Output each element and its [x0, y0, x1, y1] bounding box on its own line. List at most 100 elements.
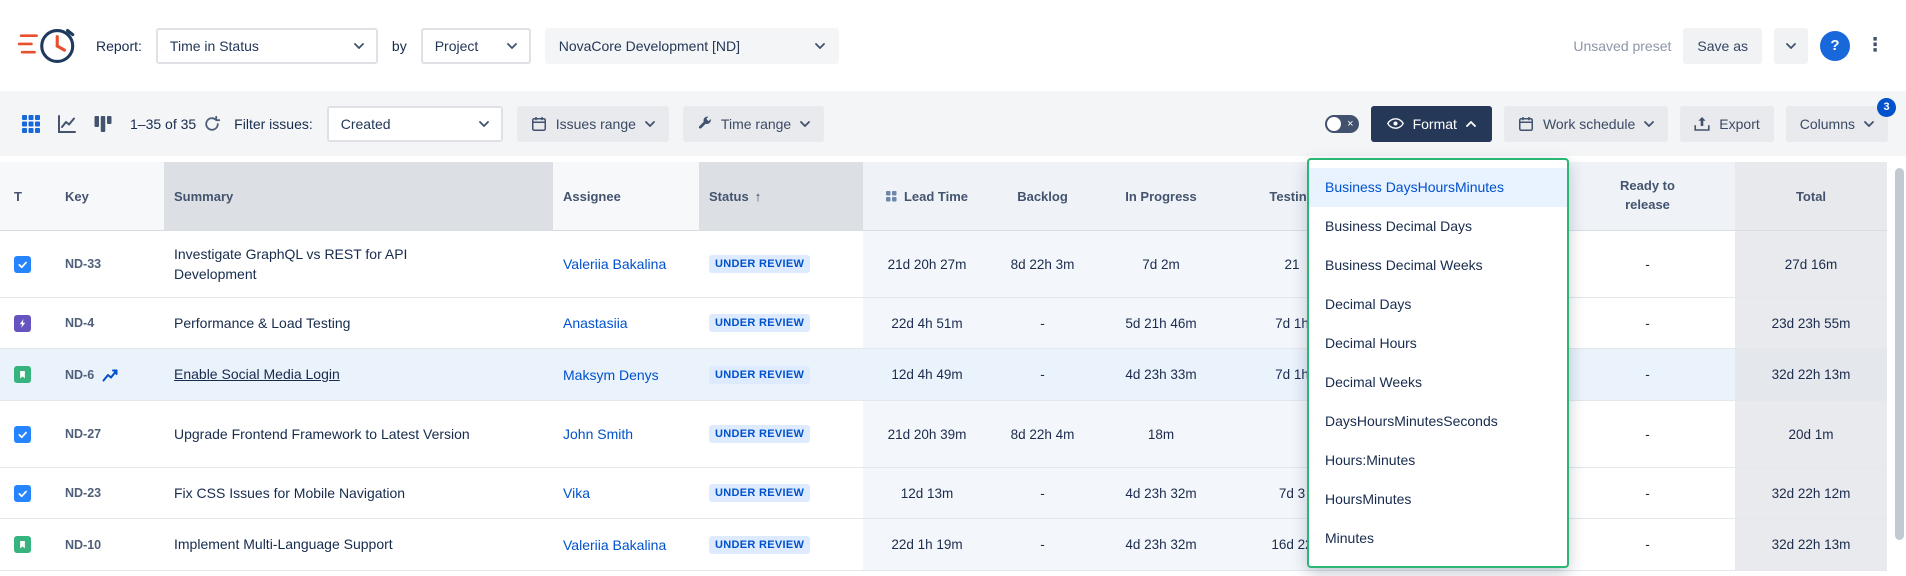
table-row: ND-27 Upgrade Frontend Framework to Late…: [0, 401, 1887, 468]
format-option[interactable]: Business DaysHoursMinutes: [1309, 168, 1567, 207]
total-value: 32d 22h 12m: [1735, 468, 1887, 518]
calendar-icon: [1518, 116, 1534, 132]
export-button[interactable]: Export: [1680, 106, 1773, 142]
columns-button[interactable]: Columns 3: [1786, 106, 1888, 142]
header-summary[interactable]: Summary: [164, 162, 553, 230]
scrollbar-thumb[interactable]: [1895, 168, 1904, 540]
task-type-icon: [14, 256, 31, 273]
created-filter-value: Created: [341, 116, 391, 132]
header-ready-to-release[interactable]: Ready to release: [1560, 162, 1735, 230]
save-options-button[interactable]: [1774, 28, 1808, 64]
in-progress-value: 4d 23h 32m: [1094, 519, 1228, 570]
format-option[interactable]: HoursMinutes: [1309, 480, 1567, 519]
status-badge: UNDER REVIEW: [709, 484, 810, 502]
format-dropdown-menu: Business DaysHoursMinutes Business Decim…: [1307, 158, 1569, 568]
assignee-link[interactable]: John Smith: [563, 426, 633, 442]
chevron-down-icon: [645, 121, 655, 127]
created-filter-select[interactable]: Created: [327, 106, 503, 142]
refresh-icon[interactable]: [204, 116, 220, 132]
in-progress-value: 4d 23h 32m: [1094, 468, 1228, 518]
table-row: ND-4 Performance & Load Testing Anastasi…: [0, 298, 1887, 349]
format-option[interactable]: Decimal Weeks: [1309, 363, 1567, 402]
time-range-button[interactable]: Time range: [683, 106, 824, 142]
chevron-down-icon: [479, 121, 489, 127]
save-as-button[interactable]: Save as: [1683, 28, 1762, 64]
header-type[interactable]: T: [0, 162, 55, 230]
assignee-link[interactable]: Anastasiia: [563, 315, 628, 331]
header-backlog[interactable]: Backlog: [991, 162, 1094, 230]
chevron-down-icon: [507, 43, 517, 49]
preset-controls: Unsaved preset Save as ? ⋮: [1573, 28, 1888, 64]
table-row: ND-6 Enable Social Media Login Maksym De…: [0, 349, 1887, 401]
report-type-value: Time in Status: [170, 38, 259, 54]
assignee-link[interactable]: Valeriia Bakalina: [563, 537, 666, 553]
board-view-icon[interactable]: [90, 111, 116, 137]
format-option[interactable]: Minutes: [1309, 519, 1567, 558]
header-key[interactable]: Key: [55, 162, 164, 230]
results-count: 1–35 of 35: [130, 116, 196, 132]
filter-issues-label: Filter issues:: [234, 116, 313, 132]
issue-key[interactable]: ND-23: [65, 486, 101, 500]
lead-time-value: 22d 4h 51m: [863, 298, 991, 348]
kebab-menu-icon: ⋮: [1866, 34, 1885, 57]
issue-key[interactable]: ND-4: [65, 316, 94, 330]
table-view-icon[interactable]: [18, 111, 44, 137]
eye-icon: [1387, 118, 1404, 129]
issue-key[interactable]: ND-27: [65, 427, 101, 441]
issue-key[interactable]: ND-6: [65, 368, 94, 382]
report-type-select[interactable]: Time in Status: [156, 28, 378, 64]
in-progress-value: 4d 23h 33m: [1094, 349, 1228, 400]
assignee-link[interactable]: Valeriia Bakalina: [563, 256, 666, 272]
chart-view-icon[interactable]: [54, 111, 80, 137]
time-range-label: Time range: [721, 116, 791, 132]
chevron-down-icon: [1864, 121, 1874, 127]
group-by-select[interactable]: Project: [421, 28, 531, 64]
assignee-link[interactable]: Vika: [563, 485, 590, 501]
header-status[interactable]: Status ↑: [699, 162, 863, 230]
task-type-icon: [14, 426, 31, 443]
format-option[interactable]: Business Decimal Days: [1309, 207, 1567, 246]
total-value: 32d 22h 13m: [1735, 349, 1887, 400]
header-assignee[interactable]: Assignee: [553, 162, 699, 230]
lead-time-value: 12d 13m: [863, 468, 991, 518]
issue-key[interactable]: ND-33: [65, 257, 101, 271]
backlog-value: -: [991, 519, 1094, 570]
display-toggle[interactable]: ×: [1325, 115, 1359, 133]
backlog-value: 8d 22h 3m: [991, 231, 1094, 297]
story-type-icon: [14, 536, 31, 553]
ready-to-release-value: -: [1560, 468, 1735, 518]
assignee-link[interactable]: Maksym Denys: [563, 367, 659, 383]
header-in-progress[interactable]: In Progress: [1094, 162, 1228, 230]
format-option[interactable]: Decimal Hours: [1309, 324, 1567, 363]
issue-key[interactable]: ND-10: [65, 538, 101, 552]
project-select[interactable]: NovaCore Development [ND]: [545, 28, 839, 64]
issues-range-button[interactable]: Issues range: [517, 106, 669, 142]
work-schedule-button[interactable]: Work schedule: [1504, 106, 1668, 142]
in-progress-value: 5d 21h 46m: [1094, 298, 1228, 348]
issue-chart-icon[interactable]: [102, 368, 120, 382]
toggle-knob-icon: [1327, 117, 1341, 131]
status-badge: UNDER REVIEW: [709, 314, 810, 332]
filter-toolbar: 1–35 of 35 Filter issues: Created Issues…: [0, 91, 1906, 156]
format-button[interactable]: Format: [1371, 106, 1492, 142]
top-bar: Report: Time in Status by Project NovaCo…: [0, 0, 1906, 91]
sort-ascending-icon: ↑: [755, 189, 762, 204]
header-ready-to-release-label: Ready to release: [1616, 177, 1680, 215]
status-badge: UNDER REVIEW: [709, 536, 810, 554]
save-as-label: Save as: [1697, 38, 1748, 54]
format-option[interactable]: Hours:Minutes: [1309, 441, 1567, 480]
format-option[interactable]: Decimal Days: [1309, 285, 1567, 324]
format-option[interactable]: DaysHoursMinutesSeconds: [1309, 402, 1567, 441]
vertical-scrollbar: [1895, 160, 1904, 574]
header-total[interactable]: Total: [1735, 162, 1887, 230]
help-button[interactable]: ?: [1820, 31, 1850, 61]
format-option[interactable]: Business Decimal Weeks: [1309, 246, 1567, 285]
export-label: Export: [1719, 116, 1759, 132]
issue-summary-link[interactable]: Enable Social Media Login: [174, 364, 340, 384]
more-menu-button[interactable]: ⋮: [1862, 29, 1888, 63]
toggle-off-icon: ×: [1347, 116, 1353, 132]
ready-to-release-value: -: [1560, 298, 1735, 348]
issue-summary: Implement Multi-Language Support: [174, 534, 393, 554]
columns-count-badge: 3: [1877, 98, 1896, 117]
header-lead-time[interactable]: Lead Time: [863, 162, 991, 230]
